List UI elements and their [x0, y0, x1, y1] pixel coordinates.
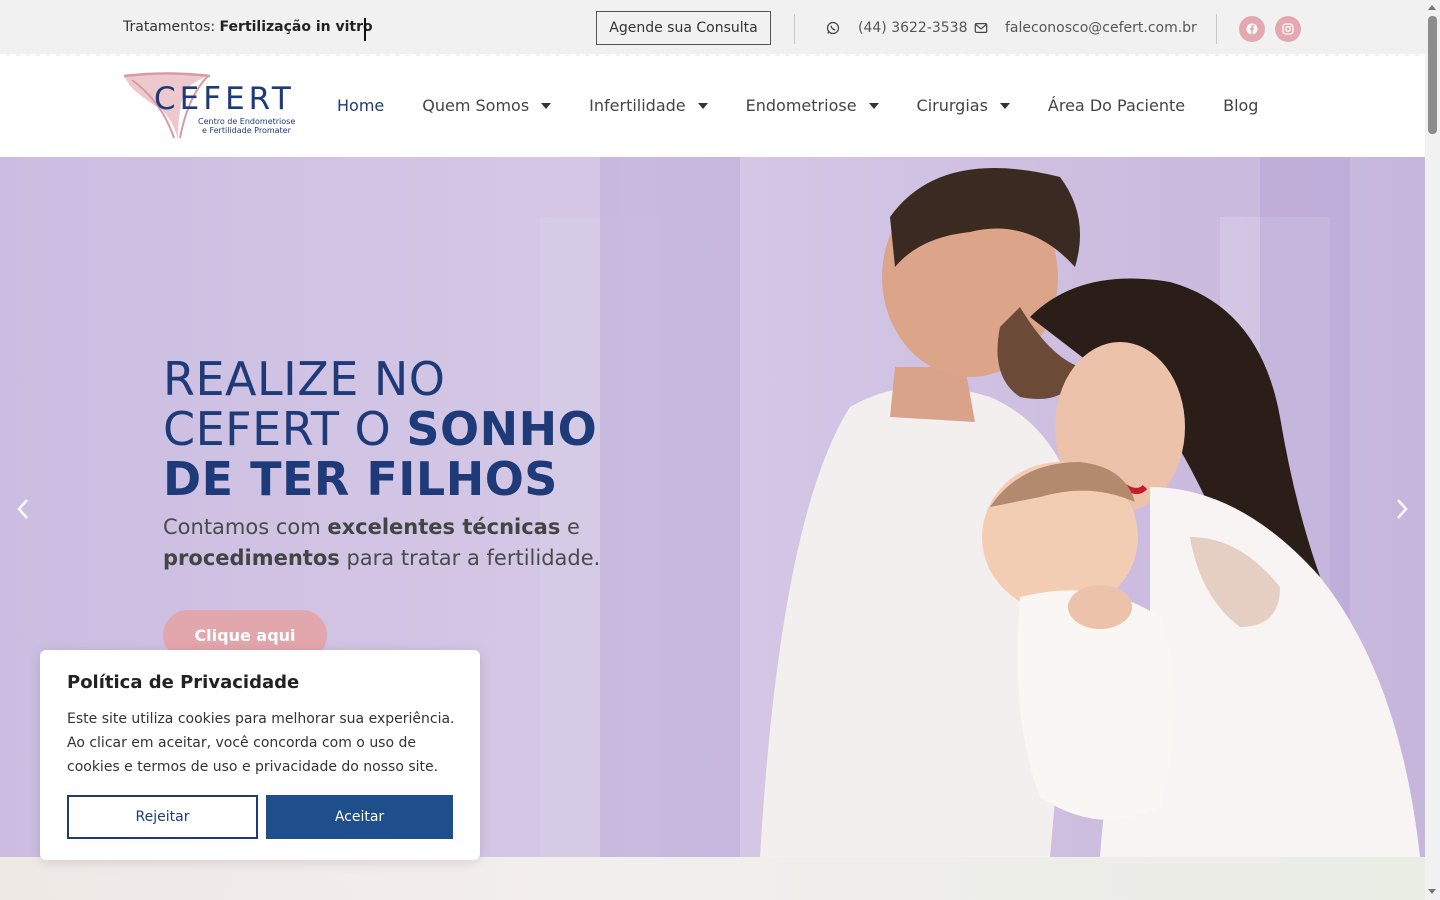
background-curtain	[600, 157, 740, 857]
facebook-link[interactable]	[1239, 16, 1265, 42]
nav-label: Cirurgias	[916, 96, 988, 115]
hero-sub-text: para tratar a fertilidade.	[339, 546, 601, 570]
nav-quem-somos[interactable]: Quem Somos	[422, 96, 552, 115]
hero-sub-text: Contamos com	[163, 515, 328, 539]
family-photo	[760, 168, 1420, 857]
logo-wordmark: CEFERT	[154, 81, 295, 117]
hero-title: REALIZE NO CEFERT O SONHO DE TER FILHOS	[163, 354, 683, 504]
divider	[1216, 14, 1217, 44]
hero-sub-highlight: excelentes técnicas	[327, 515, 561, 539]
nav-label: Infertilidade	[589, 96, 686, 115]
caret-down-icon	[541, 102, 552, 109]
cefert-logo[interactable]: CEFERT Centro de Endometriose e Fertilid…	[122, 72, 312, 144]
schedule-consultation-button[interactable]: Agende sua Consulta	[596, 11, 771, 45]
hero-subtitle: Contamos com excelentes técnicas e proce…	[163, 512, 643, 574]
nav-cirurgias[interactable]: Cirurgias	[917, 96, 1010, 115]
nav-blog[interactable]: Blog	[1223, 96, 1258, 115]
reject-cookies-button[interactable]: Rejeitar	[67, 795, 258, 839]
treatment-value: Fertilização in vitro	[219, 19, 373, 35]
cookie-consent-dialog: Política de Privacidade Este site utiliz…	[40, 650, 480, 860]
nav-infertilidade[interactable]: Infertilidade	[589, 96, 708, 115]
main-nav: Home Quem Somos Infertilidade Endometrio…	[337, 96, 1258, 115]
caret-down-icon	[697, 102, 708, 109]
facebook-icon	[1246, 23, 1258, 35]
scroll-thumb[interactable]	[1428, 16, 1437, 134]
hero-title-line2: CEFERT O	[163, 402, 407, 456]
logo-tagline-2: e Fertilidade Promater	[202, 126, 291, 135]
nav-label: Área Do Paciente	[1047, 96, 1186, 115]
next-section-preview	[0, 857, 1425, 900]
nav-endometriose[interactable]: Endometriose	[746, 96, 879, 115]
caret-down-icon	[868, 102, 879, 109]
hero-sub-highlight: procedimentos	[163, 546, 340, 570]
accept-cookies-button[interactable]: Aceitar	[266, 795, 453, 839]
page-scrollbar[interactable]	[1425, 0, 1440, 900]
nav-label: Home	[337, 96, 385, 115]
nav-home[interactable]: Home	[337, 96, 384, 115]
email-address[interactable]: faleconosco@cefert.com.br	[1005, 20, 1197, 36]
nav-label: Blog	[1223, 96, 1259, 115]
envelope-icon	[974, 23, 988, 33]
cookie-title: Política de Privacidade	[67, 672, 300, 693]
nav-area-do-paciente[interactable]: Área Do Paciente	[1048, 96, 1185, 115]
instagram-icon	[1282, 23, 1294, 35]
chevron-left-icon[interactable]	[12, 495, 34, 523]
top-bar: Tratamentos: Fertilização in vitro Agend…	[0, 0, 1425, 56]
instagram-link[interactable]	[1275, 16, 1301, 42]
typing-caret	[364, 18, 366, 41]
treatment-ticker: Tratamentos: Fertilização in vitro	[123, 19, 373, 35]
hero-title-line1: REALIZE NO	[163, 352, 446, 406]
chevron-right-icon[interactable]	[1391, 495, 1413, 523]
phone-number[interactable]: (44) 3622-3538	[858, 20, 968, 36]
cookie-text: Este site utiliza cookies para melhorar …	[67, 711, 455, 775]
nav-label: Endometriose	[745, 96, 857, 115]
nav-label: Quem Somos	[422, 96, 530, 115]
hero-sub-text: e	[560, 515, 580, 539]
scroll-down-arrow-icon[interactable]	[1428, 889, 1436, 894]
logo-tagline-1: Centro de Endometriose	[198, 117, 296, 126]
divider	[794, 14, 795, 44]
hero-title-line3: DE TER FILHOS	[163, 452, 558, 506]
hero-title-highlight: SONHO	[406, 402, 598, 456]
whatsapp-icon	[826, 21, 840, 35]
treatment-label: Tratamentos:	[123, 19, 216, 35]
main-header: CEFERT Centro de Endometriose e Fertilid…	[0, 58, 1425, 157]
caret-down-icon	[999, 102, 1010, 109]
scroll-up-arrow-icon[interactable]	[1428, 5, 1436, 10]
